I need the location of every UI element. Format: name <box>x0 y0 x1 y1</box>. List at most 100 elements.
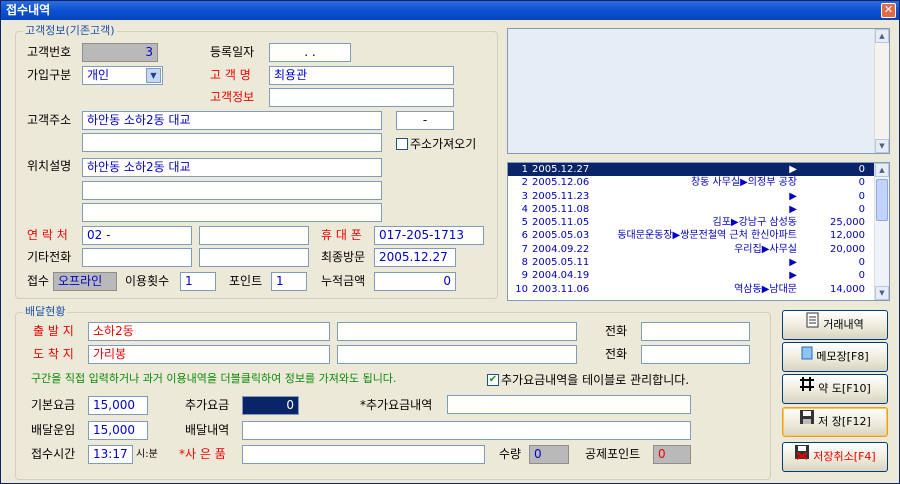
history-row-route: 동대문운동장▶쌍문전철역 근처 한신아파트 <box>617 230 797 242</box>
other-phone-field[interactable] <box>82 248 192 267</box>
destination-phone-field[interactable] <box>641 345 750 364</box>
base-fee-field[interactable]: 15,000 <box>88 396 148 415</box>
history-row[interactable]: 6 2005.05.03 동대문운동장▶쌍문전철역 근처 한신아파트 12,000 <box>508 229 889 242</box>
history-list[interactable]: 1 2005.12.27 ▶ 0 2 2005.12.06 창동 사무실▶의정부 공장 0 3 2… <box>507 162 890 301</box>
history-row[interactable]: 9 2004.04.19 ▶ 0 <box>508 269 889 282</box>
history-row[interactable]: 7 2004.09.22 우리집▶사무실 20,000 <box>508 243 889 256</box>
close-button[interactable]: ✕ <box>881 3 896 18</box>
deduct-points-field: 0 <box>653 445 691 464</box>
destination-label: 도 착 지 <box>33 347 74 361</box>
map-button[interactable]: 약 도[F10] <box>782 374 888 404</box>
memo-scrollbar[interactable]: ▲ ▼ <box>874 29 889 153</box>
customer-name-field[interactable]: 최용관 <box>269 66 454 85</box>
scroll-down-icon[interactable]: ▼ <box>875 286 889 300</box>
extra-fee-label: 추가요금 <box>185 398 230 412</box>
save-button-label: 저 장[F12] <box>818 415 871 428</box>
extra-detail-label: *추가요금내역 <box>360 398 433 412</box>
memo-textarea[interactable]: ▲ ▼ <box>507 28 890 154</box>
map-icon <box>799 375 815 403</box>
history-row[interactable]: 4 2005.11.08 ▶ 0 <box>508 203 889 216</box>
customer-name-label: 고 객 명 <box>210 68 251 82</box>
address-field[interactable]: 하안동 소하2동 대교 <box>82 111 382 130</box>
extra-table-checkbox[interactable]: ✔ <box>487 374 499 386</box>
scroll-up-icon[interactable]: ▲ <box>875 29 889 43</box>
history-row[interactable]: 5 2005.11.05 김포▶강남구 삼성동 25,000 <box>508 216 889 229</box>
origin-detail-field[interactable] <box>337 322 577 341</box>
join-type-label: 가입구분 <box>27 68 72 82</box>
quantity-label: 수량 <box>499 447 522 461</box>
intake-label: 접수 <box>27 274 50 288</box>
history-row-amount: 20,000 <box>830 243 865 255</box>
intake-time-field[interactable]: 13:17 <box>88 445 133 464</box>
location-field-3[interactable] <box>82 203 382 222</box>
contact-field[interactable]: 02 - <box>82 226 192 245</box>
history-row-number: 8 <box>521 257 528 269</box>
scroll-down-icon[interactable]: ▼ <box>875 139 889 153</box>
mobile-label: 휴 대 폰 <box>321 228 362 242</box>
fetch-address-label: 주소가져오기 <box>410 137 477 151</box>
contact-field-2[interactable] <box>199 226 309 245</box>
history-row-date: 2005.05.03 <box>532 230 590 242</box>
extra-fee-field[interactable]: 0 <box>242 396 299 415</box>
customer-id-label: 고객번호 <box>27 45 72 59</box>
history-scrollbar[interactable]: ▲ ▼ <box>874 163 889 300</box>
cancel-save-button[interactable]: 저장취소[F4] <box>782 442 888 472</box>
history-row-date: 2005.12.27 <box>532 164 590 175</box>
gift-field[interactable] <box>242 445 485 464</box>
history-row-route: ▶ <box>789 257 797 269</box>
delivery-fee-field[interactable]: 15,000 <box>88 421 148 440</box>
history-row-number: 7 <box>521 243 528 255</box>
extra-detail-field[interactable] <box>447 395 691 414</box>
origin-field[interactable]: 소하2동 <box>88 322 330 341</box>
use-count-field[interactable]: 1 <box>180 272 216 291</box>
location-field[interactable]: 하안동 소하2동 대교 <box>82 158 382 177</box>
history-button[interactable]: 거래내역 <box>782 310 888 340</box>
cancel-save-button-label: 저장취소[F4] <box>813 450 876 463</box>
use-count-label: 이용횟수 <box>125 274 170 288</box>
memo-button[interactable]: 메모장[F8] <box>782 342 888 372</box>
join-type-select[interactable]: 개인 ▼ <box>82 66 163 85</box>
history-row[interactable]: 2 2005.12.06 창동 사무실▶의정부 공장 0 <box>508 176 889 189</box>
save-button[interactable]: 저 장[F12] <box>782 407 888 437</box>
intake-channel-field: 오프라인 <box>53 272 117 291</box>
history-row[interactable]: 1 2005.12.27 ▶ 0 <box>508 163 889 177</box>
customer-info-label: 고객정보 <box>210 90 255 104</box>
origin-phone-field[interactable] <box>641 322 750 341</box>
total-amount-label: 누적금액 <box>321 274 366 288</box>
last-visit-label: 최종방문 <box>321 250 366 264</box>
document-icon <box>806 311 820 339</box>
scroll-thumb[interactable] <box>876 179 888 221</box>
delivery-detail-field[interactable] <box>242 421 691 440</box>
base-fee-label: 기본요금 <box>31 398 76 412</box>
zipcode-field[interactable]: - <box>396 111 454 130</box>
mobile-field[interactable]: 017-205-1713 <box>374 226 484 245</box>
history-row-number: 1 <box>521 164 528 175</box>
history-row[interactable]: 8 2005.05.11 ▶ 0 <box>508 256 889 269</box>
customer-info-field[interactable] <box>269 88 454 107</box>
history-row-route: ▶ <box>789 270 797 282</box>
other-phone-field-2[interactable] <box>199 248 309 267</box>
history-row[interactable]: 10 2003.11.06 역삼동▶남대문 14,000 <box>508 283 889 296</box>
chevron-down-icon[interactable]: ▼ <box>146 68 161 83</box>
scroll-up-icon[interactable]: ▲ <box>875 163 889 177</box>
history-row-number: 10 <box>515 283 528 295</box>
history-row-route: 우리집▶사무실 <box>734 243 797 255</box>
total-amount-field[interactable]: 0 <box>374 272 456 291</box>
history-row-amount: 0 <box>858 203 865 215</box>
destination-field[interactable]: 가리봉 <box>88 345 330 364</box>
location-field-2[interactable] <box>82 181 382 200</box>
destination-detail-field[interactable] <box>337 345 577 364</box>
save-icon <box>799 408 815 436</box>
last-visit-field[interactable]: 2005.12.27 <box>374 248 456 267</box>
address-detail-field[interactable] <box>82 133 382 152</box>
delivery-detail-label: 배달내역 <box>185 423 230 437</box>
history-row-amount: 0 <box>858 177 865 189</box>
history-row-route: 김포▶강남구 삼성동 <box>712 217 797 229</box>
history-row[interactable]: 3 2005.11.23 ▶ 0 <box>508 190 889 203</box>
contact-label: 연 락 처 <box>27 228 68 242</box>
history-rows: 1 2005.12.27 ▶ 0 2 2005.12.06 창동 사무실▶의정부 공장 0 3 2… <box>508 163 889 296</box>
register-date-field[interactable]: . . <box>269 43 351 62</box>
fetch-address-checkbox[interactable] <box>396 138 408 150</box>
time-unit-label: 시:분 <box>136 449 158 460</box>
points-field[interactable]: 1 <box>271 272 307 291</box>
